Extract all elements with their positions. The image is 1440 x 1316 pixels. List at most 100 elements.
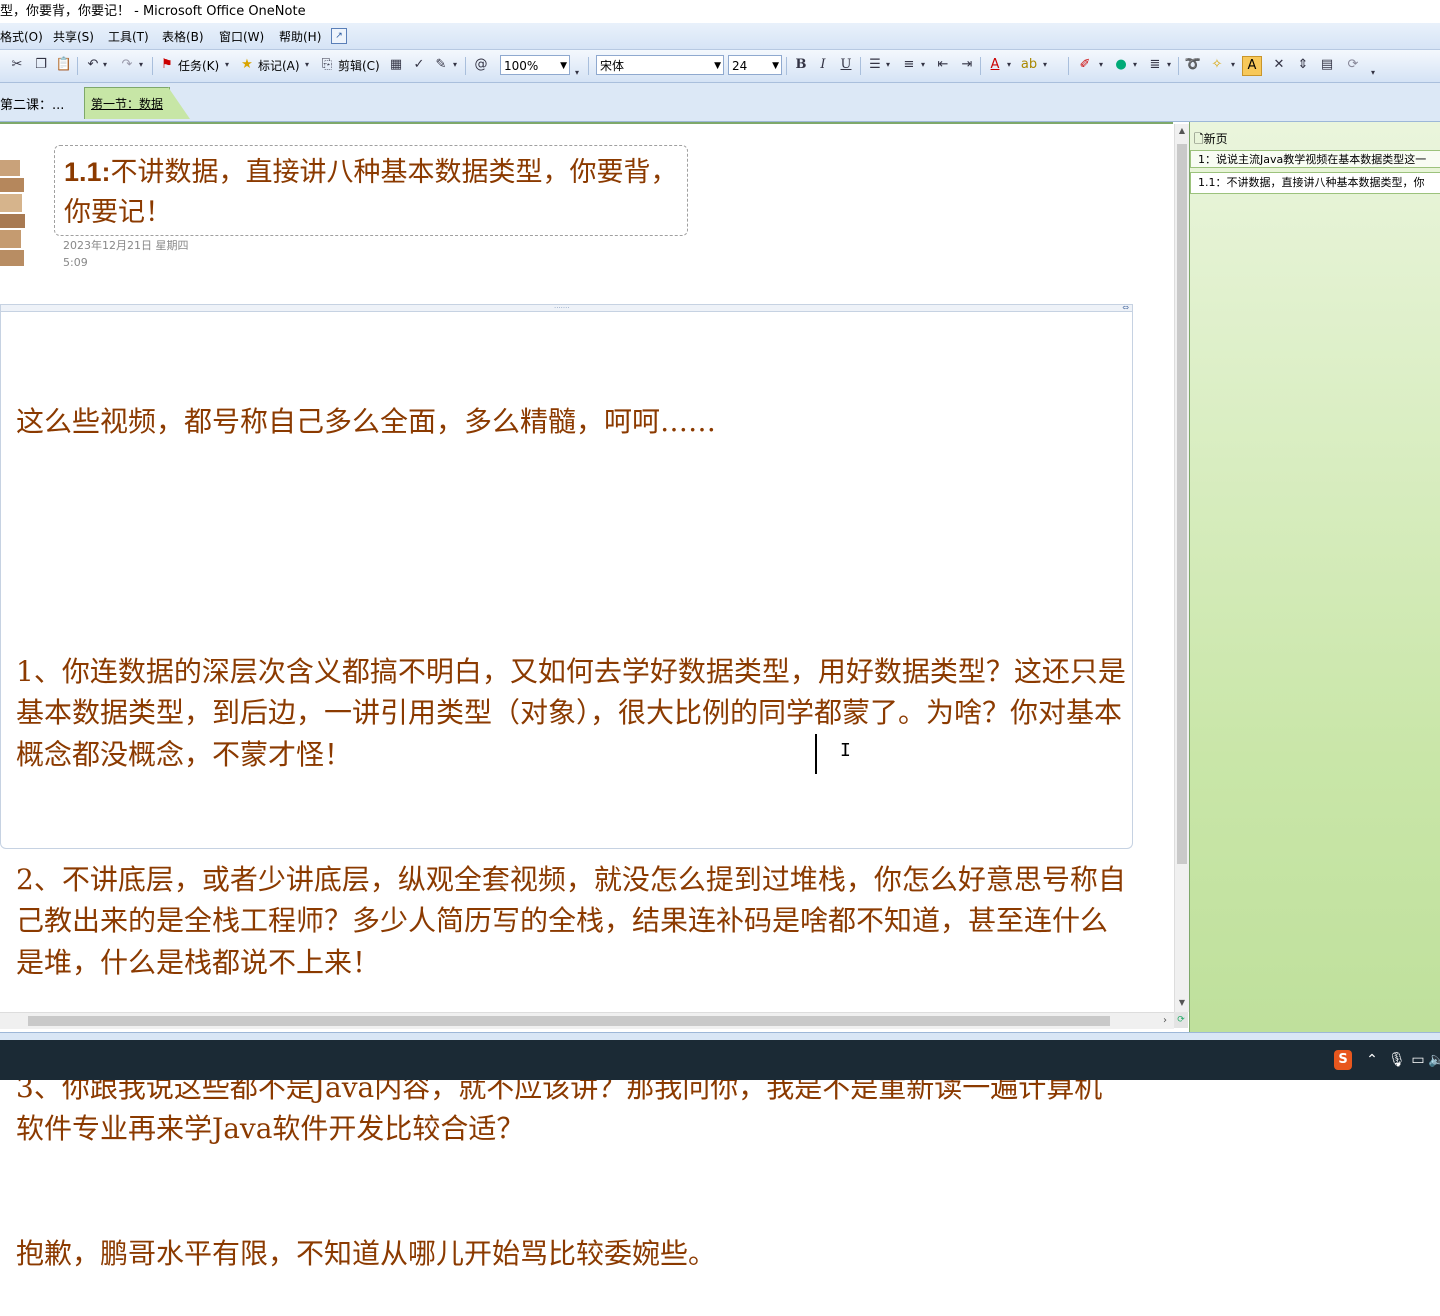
note-body[interactable]: 这么些视频，都号称自己多么全面，多么精髓，呵呵…… 1、你连数据的深层次含义都搞… <box>16 318 1126 1316</box>
toolbar-separator <box>1068 57 1069 75</box>
menu-tools[interactable]: 工具(T) <box>108 28 149 45</box>
page-list-item[interactable]: 1：说说主流Java教学视频在基本数据类型这一 <box>1190 150 1440 168</box>
toolbar-separator <box>465 57 466 75</box>
bullets-icon[interactable]: ☰ <box>866 56 884 74</box>
page-icon[interactable]: ▤ <box>1318 56 1336 74</box>
lines-icon[interactable]: ≣ <box>1146 56 1164 74</box>
restore-window-icon[interactable]: ↗ <box>331 28 347 44</box>
window-title-bar: 型，你要背，你要记！ - Microsoft Office OneNote <box>0 0 1440 23</box>
sync-icon[interactable]: ⟳ <box>1344 56 1362 74</box>
speaker-icon[interactable]: 🔈 <box>1428 1050 1440 1070</box>
zoom-combo[interactable]: 100% ▼ <box>500 55 570 75</box>
search-icon[interactable]: @ <box>472 56 490 74</box>
font-color-dropdown-icon[interactable]: ▾ <box>1004 56 1014 74</box>
vertical-scrollbar[interactable]: ▲ ▼ <box>1174 124 1189 1012</box>
horizontal-scroll-thumb[interactable] <box>28 1016 1110 1026</box>
page-title-text: 不讲数据，直接讲八种基本数据类型，你要背，你要记！ <box>64 157 678 228</box>
vertical-scroll-thumb[interactable] <box>1177 144 1187 864</box>
chevron-down-icon[interactable]: ▼ <box>772 56 779 76</box>
copy-icon[interactable]: ❐ <box>32 56 50 74</box>
line-color-icon[interactable]: ✐ <box>1076 56 1094 74</box>
toolbar-separator <box>860 57 861 75</box>
eraser-dropdown-icon[interactable]: ▾ <box>1228 56 1238 74</box>
highlight-icon[interactable]: ab <box>1020 56 1038 74</box>
page-title-prefix: 1.1: <box>64 157 111 187</box>
page-title[interactable]: 1.1:不讲数据，直接讲八种基本数据类型，你要背，你要记！ <box>64 152 680 233</box>
menu-format[interactable]: 格式(O) <box>0 28 43 45</box>
font-color-icon[interactable]: A <box>986 56 1004 74</box>
tab-section-lesson2[interactable]: 第二课：... <box>0 93 64 119</box>
tab-active-label: 第一节：数据 <box>91 97 164 111</box>
new-page-label: 新页 <box>1203 132 1228 146</box>
pen-dropdown-icon[interactable]: ▾ <box>450 56 460 74</box>
redo-dropdown-icon[interactable]: ▾ <box>136 56 146 74</box>
eraser-icon[interactable]: ✧ <box>1208 56 1226 74</box>
menu-window[interactable]: 窗口(W) <box>219 28 264 45</box>
fill-color-dropdown-icon[interactable]: ▾ <box>1130 56 1140 74</box>
chevron-down-icon[interactable]: ▼ <box>714 56 721 76</box>
font-size-combo[interactable]: 24 ▼ <box>728 55 782 75</box>
lasso-icon[interactable]: ➰ <box>1184 56 1202 74</box>
chevron-up-icon[interactable]: ⌃ <box>1364 1050 1380 1070</box>
task-button[interactable]: 任务(K) <box>178 56 219 76</box>
page-list-item-selected[interactable]: 1.1：不讲数据，直接讲八种基本数据类型，你 <box>1190 172 1440 194</box>
paste-icon[interactable]: 📋 <box>55 56 73 74</box>
italic-button[interactable]: I <box>814 56 832 74</box>
highlight-dropdown-icon[interactable]: ▾ <box>1040 56 1050 74</box>
cut-icon[interactable]: ✂ <box>8 56 26 74</box>
clip-icon[interactable]: ⎘ <box>318 56 336 74</box>
toolbar-separator <box>786 57 787 75</box>
task-dropdown-icon[interactable]: ▾ <box>222 56 232 74</box>
indent-icon[interactable]: ⇥ <box>958 56 976 74</box>
page-date: 2023年12月21日 星期四 <box>63 239 189 252</box>
delete-icon[interactable]: ✕ <box>1270 56 1288 74</box>
page-list-panel: 🗋新页 1：说说主流Java教学视频在基本数据类型这一 1.1：不讲数据，直接讲… <box>1189 122 1440 1032</box>
note-paragraph: 2、不讲底层，或者少讲底层，纵观全套视频，就没怎么提到过堆栈，你怎么好意思号称自… <box>16 862 1126 979</box>
outdent-icon[interactable]: ⇤ <box>934 56 952 74</box>
flag-icon[interactable]: ⚑ <box>158 56 176 74</box>
lines-dropdown-icon[interactable]: ▾ <box>1164 56 1174 74</box>
tab-active-section[interactable]: 第一节：数据 <box>84 87 170 119</box>
spell-icon[interactable]: ✓ <box>410 56 428 74</box>
overflow-icon[interactable]: ▾ <box>572 64 582 82</box>
underline-button[interactable]: U <box>837 56 855 74</box>
clip-button[interactable]: 剪辑(C) <box>338 56 380 76</box>
fill-color-icon[interactable]: ● <box>1112 56 1130 74</box>
space-icon[interactable]: ⇕ <box>1294 56 1312 74</box>
numbering-dropdown-icon[interactable]: ▾ <box>918 56 928 74</box>
font-name-combo[interactable]: 宋体 ▼ <box>596 55 724 75</box>
numbering-icon[interactable]: ≡ <box>900 56 918 74</box>
scroll-right-icon[interactable]: › <box>1158 1013 1172 1029</box>
bullets-dropdown-icon[interactable]: ▾ <box>883 56 893 74</box>
network-icon[interactable]: ▭ <box>1410 1050 1426 1070</box>
note-container-handle[interactable]: ······· ⇔ <box>0 303 1133 312</box>
menu-help[interactable]: 帮助(H) <box>279 28 321 45</box>
pen-icon[interactable]: ✎ <box>432 56 450 74</box>
zoom-value: 100% <box>504 59 539 73</box>
page-time: 5:09 <box>63 256 88 269</box>
chevron-down-icon[interactable]: ▼ <box>560 56 567 76</box>
scroll-down-icon[interactable]: ▼ <box>1175 996 1189 1010</box>
tag-dropdown-icon[interactable]: ▾ <box>302 56 312 74</box>
menu-share[interactable]: 共享(S) <box>53 28 94 45</box>
drag-handle-icon[interactable]: ······· <box>554 305 570 312</box>
bold-button[interactable]: B <box>792 56 810 74</box>
star-icon[interactable]: ★ <box>238 56 256 74</box>
table-icon[interactable]: ▦ <box>387 56 405 74</box>
note-paragraph: 这么些视频，都号称自己多么全面，多么精髓，呵呵…… <box>16 405 717 439</box>
resize-grip-icon[interactable]: ⟳ <box>1174 1012 1188 1028</box>
resize-arrow-icon[interactable]: ⇔ <box>1122 303 1129 312</box>
overflow-icon[interactable]: ▾ <box>1368 64 1378 82</box>
line-color-dropdown-icon[interactable]: ▾ <box>1096 56 1106 74</box>
mic-icon[interactable]: 🎙 <box>1388 1050 1406 1070</box>
tag-button[interactable]: 标记(A) <box>258 56 300 76</box>
menu-table[interactable]: 表格(B) <box>162 28 204 45</box>
ime-icon[interactable]: S <box>1334 1050 1352 1070</box>
text-mode-icon[interactable]: A <box>1242 56 1262 76</box>
scroll-up-icon[interactable]: ▲ <box>1175 124 1189 138</box>
undo-dropdown-icon[interactable]: ▾ <box>100 56 110 74</box>
horizontal-scrollbar[interactable]: › <box>0 1012 1174 1029</box>
font-size-value: 24 <box>732 59 748 73</box>
redo-icon[interactable]: ↷ <box>118 56 136 74</box>
new-page-button[interactable]: 🗋新页 <box>1194 130 1228 151</box>
